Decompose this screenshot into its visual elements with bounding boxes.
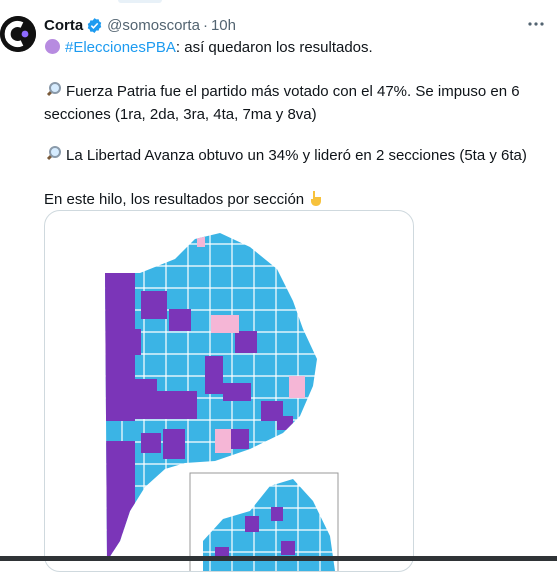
tweet-line-1-text: : así quedaron los resultados. — [175, 39, 373, 56]
tweet-text: #EleccionesPBA: así quedaron los resulta… — [44, 38, 549, 213]
paragraph-4-text: En este hilo, los resultados por sección — [44, 191, 305, 208]
top-tab-indicator — [118, 0, 162, 3]
more-icon[interactable] — [524, 14, 548, 34]
tweet-line-1: #EleccionesPBA: así quedaron los resulta… — [44, 38, 549, 61]
corta-logo — [0, 16, 36, 52]
buenos-aires-election-map — [105, 233, 339, 571]
tweet-paragraph-3: La Libertad Avanza obtuvo un 34% y lider… — [44, 145, 549, 169]
author-handle[interactable]: @somoscorta — [107, 17, 200, 34]
tweet-media-map[interactable] — [44, 210, 414, 572]
tweet-paragraph-2: Fuerza Patria fue el partido más votado … — [44, 81, 549, 125]
paragraph-3-text: La Libertad Avanza obtuvo un 34% y lider… — [66, 147, 527, 164]
purple-circle-emoji — [44, 38, 61, 61]
magnifying-glass-emoji — [44, 145, 62, 169]
avatar[interactable] — [0, 16, 36, 52]
verified-badge-icon — [86, 17, 103, 34]
paragraph-2-text: Fuerza Patria fue el partido más votado … — [44, 83, 520, 123]
bottom-bar — [0, 556, 557, 561]
tweet-time[interactable]: 10h — [211, 17, 236, 34]
author-name[interactable]: Corta — [44, 17, 83, 34]
separator-dot: · — [202, 16, 208, 34]
magnifying-glass-emoji — [44, 81, 62, 105]
top-bar — [0, 0, 557, 8]
hashtag-link[interactable]: #EleccionesPBA — [65, 39, 176, 56]
tweet-header: Corta @somoscorta · 10h — [44, 15, 236, 35]
